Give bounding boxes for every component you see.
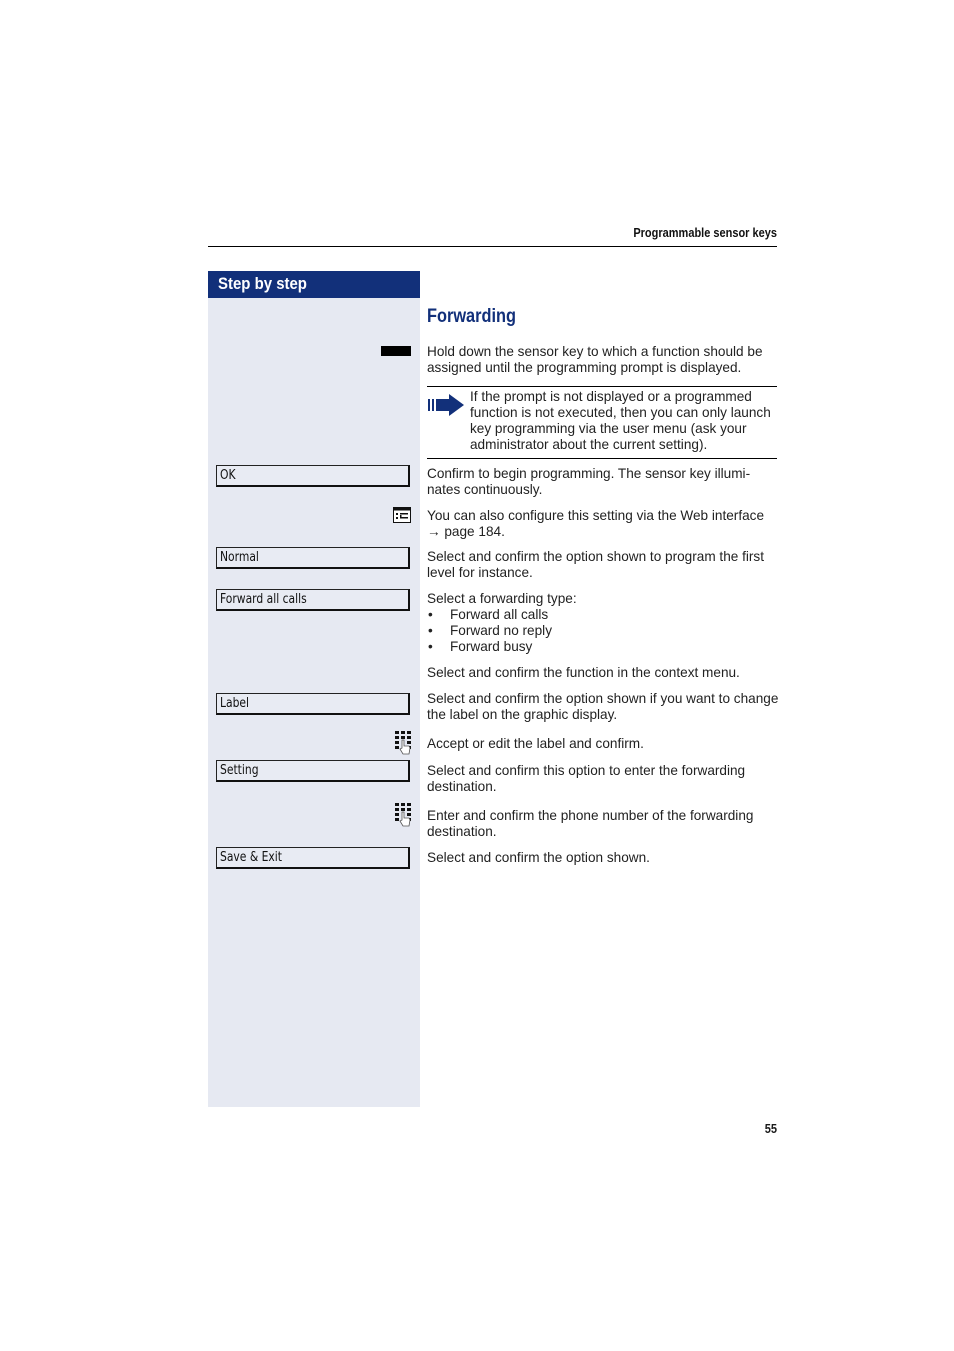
label-option[interactable]: Label [216,693,410,715]
forwarding-type-item: Forward all calls [427,607,779,623]
web-interface-text: You can also configure this setting via … [427,508,779,540]
note-arrow-icon [427,393,465,422]
forwarding-type-item: Forward busy [427,639,779,655]
forwarding-type-intro: Select a forwarding type: [427,591,577,606]
sidebar-title: Step by step [218,274,307,293]
save-exit-option-label: Save & Exit [220,850,283,865]
page-ref-link[interactable]: page 184. [444,524,504,539]
label-option-label: Label [220,696,250,711]
forwarding-type-item: Forward no reply [427,623,779,639]
note-top-rule [427,386,777,387]
ok-option-label: OK [220,468,236,483]
normal-option[interactable]: Normal [216,547,410,569]
forwarding-type-list: Forward all calls Forward no reply Forwa… [427,607,779,655]
web-interface-text-line: You can also configure this setting via … [427,508,765,523]
keypad-icon [395,803,413,832]
normal-text: Select and confirm the option shown to p… [427,549,764,580]
setting-option[interactable]: Setting [216,760,410,782]
save-exit-option[interactable]: Save & Exit [216,847,410,869]
label-text: Select and confirm the option shown if y… [427,691,779,722]
sensor-key-text: Hold down the sensor key to which a func… [427,344,763,375]
note-bottom-rule [427,458,777,459]
sidebar-header: Step by step [208,271,420,298]
keypad-icon [395,731,413,760]
setting-text: Select and confirm this option to enter … [427,763,746,794]
header-rule [208,246,777,247]
step-sidebar [208,271,420,1107]
normal-option-label: Normal [220,550,259,565]
web-interface-icon [393,507,411,528]
section-title: Forwarding [427,306,516,327]
context-menu-text: Select and confirm the function in the c… [427,665,740,680]
note-text: If the prompt is not displayed or a prog… [470,389,771,452]
ok-text: Confirm to begin programming. The sensor… [427,466,751,497]
setting-option-label: Setting [220,763,259,778]
ok-option[interactable]: OK [216,465,410,487]
running-header: Programmable sensor keys [633,226,777,240]
keypad-destination-text: Enter and confirm the phone number of th… [427,808,754,839]
page-ref-arrow: → [427,524,441,539]
keypad-label-text: Accept or edit the label and confirm. [427,736,644,751]
page-number: 55 [764,1121,777,1136]
save-exit-text: Select and confirm the option shown. [427,850,650,865]
forwarding-type-block: Select a forwarding type: Forward all ca… [427,591,779,681]
sensor-key-icon [381,346,411,356]
forward-all-calls-option[interactable]: Forward all calls [216,589,410,611]
forward-all-calls-option-label: Forward all calls [220,592,307,607]
